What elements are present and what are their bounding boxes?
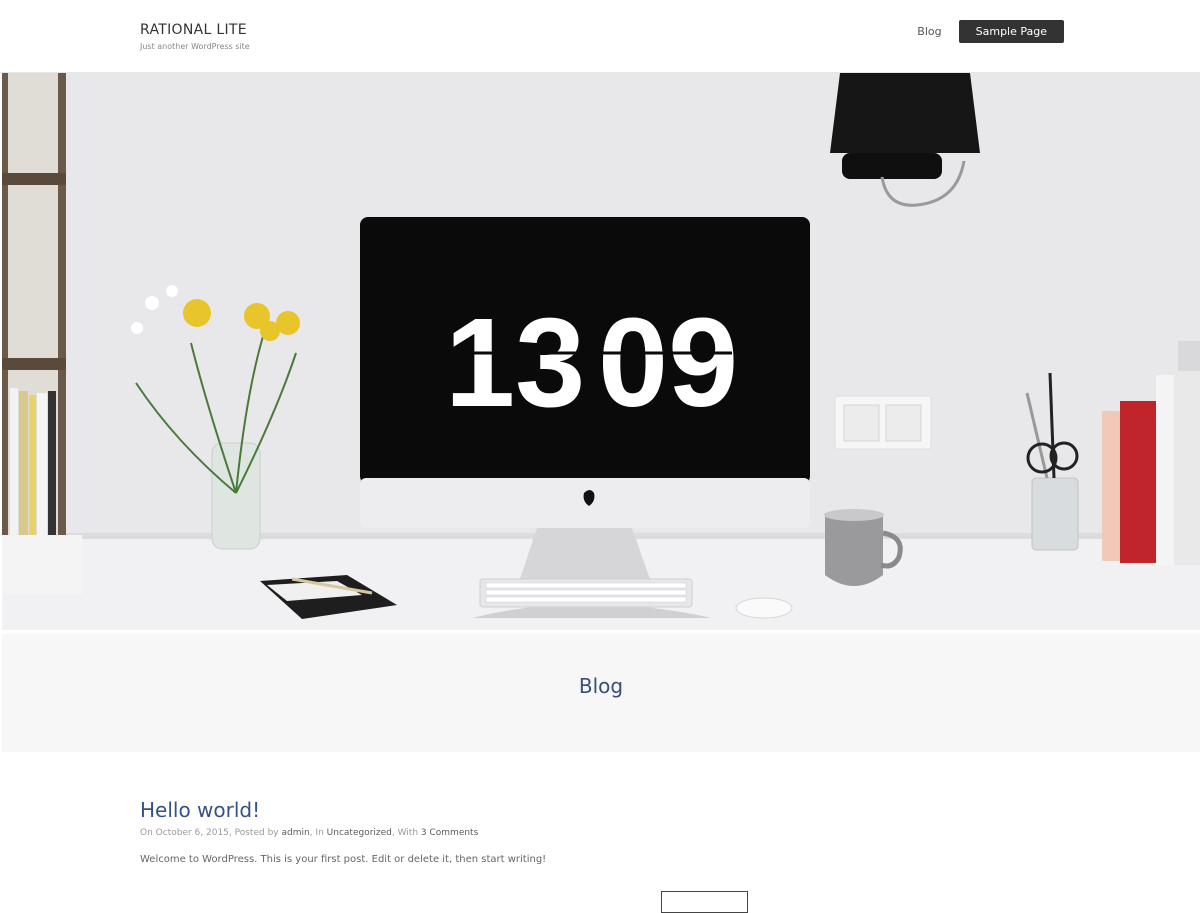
comments-link[interactable]: 3 Comments [421,828,478,838]
clock-minutes: 09 [598,292,738,433]
meta-in-label: , In [309,828,324,838]
page-title-banner: Blog [2,634,1200,752]
post-meta: On October 6, 2015, Posted by admin, In … [140,828,1060,838]
author-link[interactable]: admin [281,828,309,838]
page-title: Blog [578,674,624,698]
nav-item-sample-page[interactable]: Sample Page [958,20,1064,43]
clock-hours: 13 [445,292,585,433]
meta-posted-by-label: , Posted by [228,828,279,838]
post-title-link[interactable]: Hello world! [140,798,1060,822]
site-tagline: Just another WordPress site [140,42,250,51]
post-date: October 6, 2015 [155,828,229,838]
post-excerpt: Welcome to WordPress. This is your first… [140,854,547,865]
hero-image: 13 09 [2,73,1200,630]
site-header: RATIONAL LITE Just another WordPress sit… [0,0,1200,73]
post-entry: Hello world! On October 6, 2015, Posted … [140,798,1060,913]
nav-item-blog[interactable]: Blog [917,25,941,38]
category-link[interactable]: Uncategorized [327,828,392,838]
site-title[interactable]: RATIONAL LITE [140,22,247,38]
read-more-button[interactable] [661,891,748,913]
meta-on-label: On [140,828,153,838]
desk-illustration: 13 09 [2,73,1200,630]
meta-with-label: , With [391,828,419,838]
main-nav: Blog Sample Page [917,20,1064,43]
